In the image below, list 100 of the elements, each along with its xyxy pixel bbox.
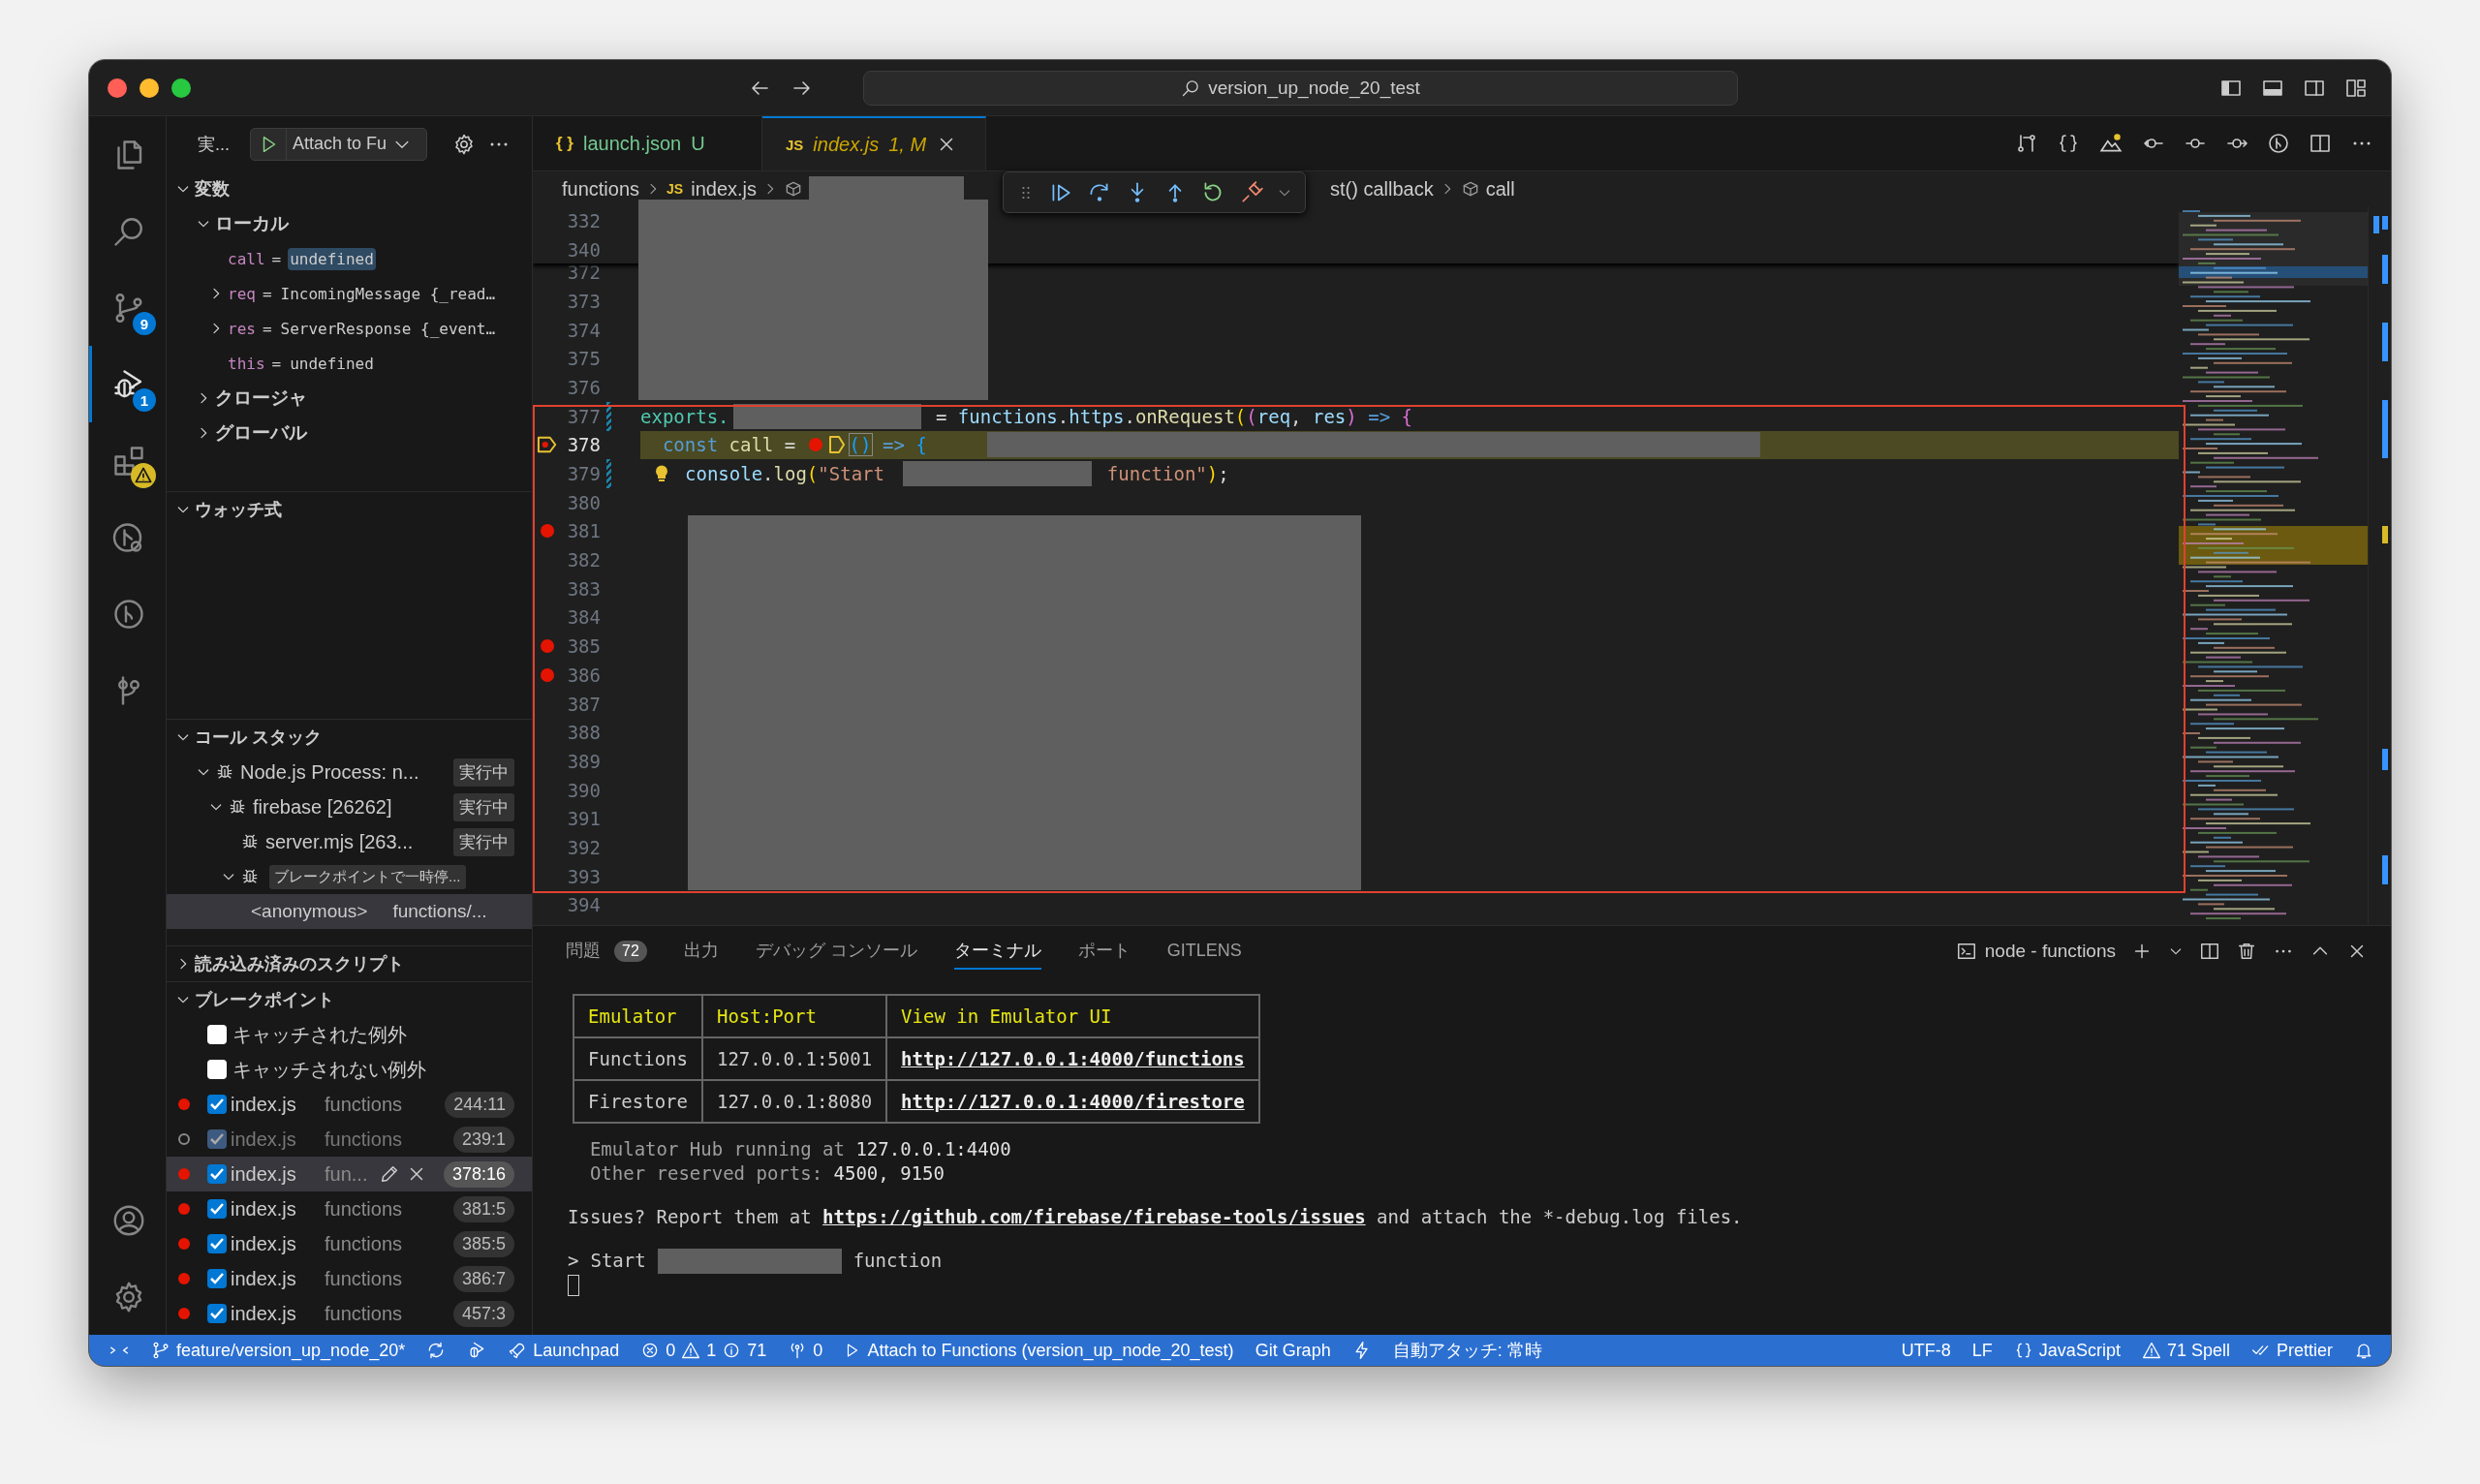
section-header[interactable]: ウォッチ式 [195,498,282,521]
session-label[interactable]: Node.js Process: n... [240,760,419,784]
variable-name: req [228,284,256,303]
breakpoint-file[interactable]: index.js [231,1128,325,1151]
breakpoint-dot[interactable] [541,524,554,539]
breadcrumb[interactable]: index.js [691,177,757,201]
stack-frame[interactable]: <anonymous> functions/... [167,894,532,929]
checkbox[interactable] [207,1129,227,1149]
line-badge: 381:5 [452,1195,514,1222]
inline-breakpoint-dot[interactable] [808,438,822,452]
checkbox[interactable] [207,1164,227,1184]
checkbox[interactable] [207,1199,227,1219]
scope-label[interactable]: グローバル [215,420,307,446]
breakpoint-file[interactable]: index.js [231,1197,325,1221]
settings-icon[interactable] [452,132,476,156]
variable-name: res [228,319,256,338]
table-cell: Functions [574,1037,702,1080]
breadcrumb[interactable]: st() callback [1330,177,1434,201]
panel-tab[interactable]: 問題 [566,933,601,970]
close-window-button[interactable] [108,77,127,98]
panel-tab[interactable]: GITLENS [1166,934,1242,969]
status-item[interactable]: LF [1971,1340,1993,1361]
circle-branch-icon[interactable] [2267,132,2290,155]
terminal-name[interactable]: node - functions [1984,941,2116,962]
checkbox[interactable] [207,1095,227,1114]
status-item[interactable]: 71 Spell [2166,1340,2230,1361]
port-count[interactable]: 0 [813,1340,823,1361]
section-header[interactable]: 読み込み済みのスクリプト [195,952,404,975]
scope-label[interactable]: クロージャ [215,386,307,411]
status-item[interactable]: Attach to Functions (version_up_node_20_test) [867,1340,1234,1361]
status-item[interactable]: Git Graph [1255,1340,1331,1361]
breadcrumb[interactable]: call [1485,177,1515,201]
session-label[interactable]: firebase [26262] [253,795,392,819]
variable-value: ServerResponse {_event… [279,318,497,340]
split-editor-icon[interactable] [2309,132,2332,155]
issues-link[interactable]: https://github.com/firebase/firebase-tools/issues [822,1206,1366,1227]
panel-tab[interactable]: ポート [1077,933,1131,970]
status-item[interactable]: UTF-8 [1901,1340,1951,1361]
section-header[interactable]: ブレークポイント [195,988,334,1011]
code-text: function"); [1105,463,1229,485]
split-terminal-icon[interactable] [2199,941,2220,962]
status-item[interactable]: Launchpad [533,1340,620,1361]
paused-breakpoint-icon[interactable] [537,435,558,455]
breakpoint-file[interactable]: index.js [231,1162,325,1186]
warning-count[interactable]: 1 [706,1340,717,1361]
line-badge: 457:3 [452,1300,514,1327]
line-number: 386 [566,664,601,686]
breadcrumb[interactable]: functions [562,177,640,201]
error-count[interactable]: 0 [666,1340,676,1361]
breakpoint-dot[interactable] [541,639,554,654]
activity-tab[interactable]: 1 [89,346,166,422]
info-count[interactable]: 71 [747,1340,767,1361]
checkbox[interactable] [207,1304,227,1323]
breakpoint-file[interactable]: index.js [231,1267,325,1290]
breakpoint-file[interactable]: index.js [231,1093,325,1116]
warning-icon [681,1341,701,1360]
line-number: 388 [566,722,601,744]
terminal-text: Start [590,1249,646,1273]
breakpoint-dot[interactable] [541,667,554,682]
line-number: 374 [566,319,601,341]
trash-icon[interactable] [2236,941,2257,962]
exception-label: キャッチされない例外 [232,1057,426,1082]
branch-name[interactable]: feature/version_up_node_20* [176,1340,406,1361]
panel-tab[interactable]: ターミナル [953,933,1041,970]
status-item[interactable]: 自動アタッチ: 常時 [1392,1339,1542,1362]
panel-tab[interactable]: デバッグ コンソール [755,933,917,970]
launch-config-dropdown[interactable]: Attach to Fu [250,127,427,161]
language-mode[interactable]: JavaScript [2038,1340,2121,1361]
compare-icon[interactable] [2015,132,2038,155]
overview-ruler[interactable] [2368,206,2391,925]
status-item[interactable]: Prettier [2276,1340,2333,1361]
inline-paused-icon[interactable] [827,435,846,455]
section-header[interactable]: 変数 [195,177,230,201]
line-badge: 244:11 [445,1091,514,1118]
line-number: 375 [566,348,601,370]
checkbox[interactable] [207,1269,227,1288]
checkbox[interactable] [207,1025,227,1044]
panel-tab[interactable]: 出力 [683,933,719,970]
breakpoint-file[interactable]: index.js [231,1232,325,1255]
section-header[interactable]: コール スタック [195,726,322,749]
prompt-symbol: > [568,1249,579,1273]
zoom-window-button[interactable] [171,77,191,98]
breakpoint-folder: functions [325,1197,403,1221]
branch-icon [151,1341,170,1360]
braces-icon[interactable] [2057,132,2080,155]
minimize-window-button[interactable] [140,77,159,98]
command-center[interactable]: version_up_node_20_test [863,70,1738,106]
breakpoint-file[interactable]: index.js [231,1302,325,1325]
session-label[interactable]: server.mjs [263... [265,830,414,853]
scope-label[interactable]: ローカル [215,211,289,236]
line-number: 389 [566,750,601,772]
line-number: 377 [566,405,601,427]
activity-tab[interactable]: 9 [89,269,166,346]
terminal-cursor [568,1275,579,1296]
code-text: () => { [849,434,927,456]
editor-tab[interactable]: JS index.js 1, M [762,116,986,170]
line-number: 340 [566,238,601,261]
checkbox[interactable] [207,1060,227,1079]
breakpoint-folder: functions [325,1093,403,1116]
checkbox[interactable] [207,1234,227,1253]
